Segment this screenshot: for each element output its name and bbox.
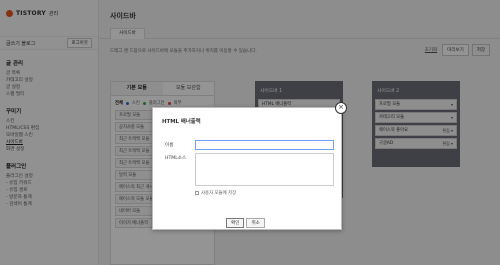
name-label: 이름	[165, 143, 174, 148]
dialog-buttons: 확인 취소	[226, 218, 265, 228]
html-banner-dialog: × HTML 배너출력 이름 HTML소스 사용자 모듈에 저장 확인 취소	[152, 102, 347, 230]
confirm-button[interactable]: 확인	[226, 218, 245, 228]
name-input[interactable]	[195, 140, 334, 150]
save-to-user-module-checkbox[interactable]	[195, 191, 199, 195]
save-to-user-module-label: 사용자 모듈에 저장	[201, 191, 237, 196]
html-source-textarea[interactable]	[195, 153, 334, 186]
cancel-button[interactable]: 취소	[246, 218, 265, 228]
close-icon[interactable]: ×	[335, 102, 347, 114]
html-source-label: HTML소스	[165, 156, 187, 161]
save-to-user-module-row: 사용자 모듈에 저장	[195, 190, 236, 196]
dialog-title: HTML 배너출력	[162, 119, 201, 125]
